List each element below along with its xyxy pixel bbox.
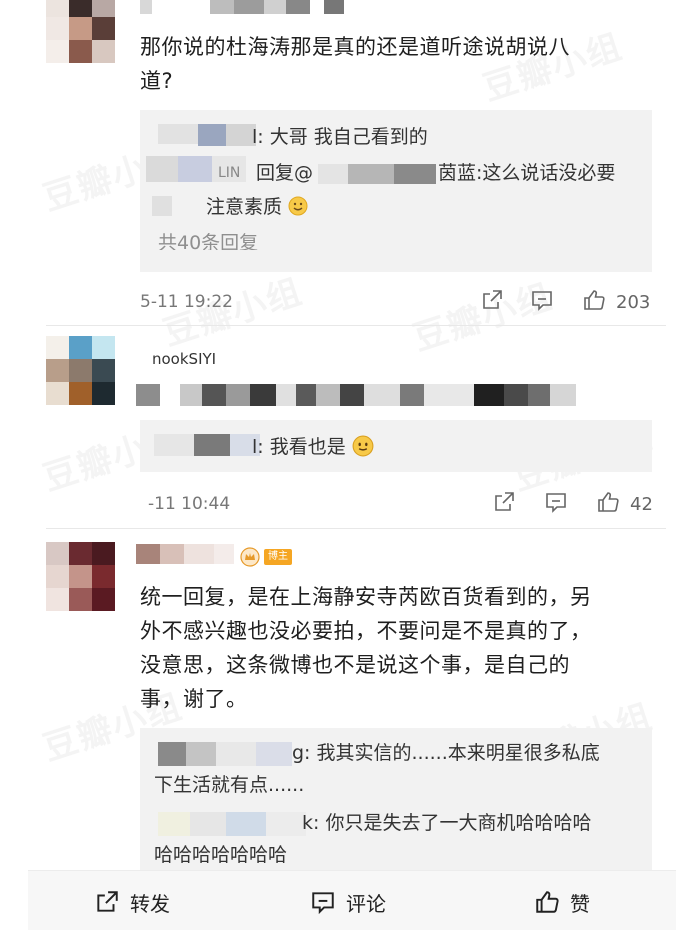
like-button[interactable]: 赞 xyxy=(534,889,590,916)
thumbs-up-icon[interactable] xyxy=(596,490,620,514)
comment-meta: -11 10:44 42 xyxy=(140,490,660,520)
reply-item: l: 大哥 我自己看到的 xyxy=(252,126,428,148)
comment-icon[interactable] xyxy=(544,490,568,514)
username-redacted[interactable] xyxy=(140,0,370,16)
smile-emoji-icon xyxy=(288,196,308,216)
reply-box[interactable]: g: 我其实信的......本来明星很多私底 下生活就有点...... k: 你… xyxy=(140,728,652,870)
smile-emoji-icon xyxy=(352,435,374,457)
share-icon[interactable] xyxy=(492,490,516,514)
username-partial[interactable]: nookSIYI xyxy=(152,348,216,364)
reply-item: k: 你只是失去了一大商机哈哈哈哈 xyxy=(302,812,592,834)
username-redacted[interactable] xyxy=(136,544,246,566)
comment-icon xyxy=(312,892,334,915)
comment-button[interactable]: 评论 xyxy=(310,889,386,916)
redacted xyxy=(140,194,186,218)
reply-item: 注意素质 xyxy=(206,192,308,222)
reply-box[interactable]: l: 我看也是 xyxy=(140,420,652,472)
avatar[interactable] xyxy=(46,336,116,406)
thumbs-up-icon xyxy=(536,891,559,913)
comment-icon[interactable] xyxy=(530,288,554,312)
repost-button[interactable]: 转发 xyxy=(94,889,170,916)
repost-label: 转发 xyxy=(130,891,170,916)
avatar[interactable] xyxy=(46,542,116,612)
share-icon[interactable] xyxy=(480,288,504,312)
like-count: 203 xyxy=(616,292,651,313)
reply-username-redacted xyxy=(158,742,308,768)
timestamp: -11 10:44 xyxy=(148,494,231,514)
reply-item: l: 我看也是 xyxy=(252,432,374,462)
divider xyxy=(46,325,666,326)
crown-icon xyxy=(240,547,260,567)
reply-item: 回复@ xyxy=(256,162,314,184)
bottom-action-bar: 转发 评论 赞 xyxy=(28,870,676,930)
reply-nick: l: xyxy=(252,126,264,148)
comment-text: 那你说的杜海涛那是真的还是道听途说胡说八 道? xyxy=(140,35,570,93)
like-label: 赞 xyxy=(570,891,590,916)
comment-label: 评论 xyxy=(346,891,386,916)
reply-item: 哈哈哈哈哈哈哈 xyxy=(154,844,288,866)
reply-username-redacted xyxy=(154,432,264,458)
comment-text-redacted xyxy=(136,382,576,408)
mention-redacted xyxy=(318,164,448,186)
avatar[interactable] xyxy=(46,0,116,64)
divider xyxy=(46,528,666,529)
more-replies-link[interactable]: 共40条回复 xyxy=(158,228,258,250)
comment-text: 统一回复，是在上海静安寺芮欧百货看到的，另 外不感兴趣也没必要拍，不要问是不是真… xyxy=(140,585,592,711)
reply-username-redacted xyxy=(140,156,260,184)
reply-item: LIN xyxy=(218,165,241,181)
thumbs-up-icon[interactable] xyxy=(582,288,606,312)
like-count: 42 xyxy=(630,494,653,515)
reply-box[interactable]: l: 大哥 我自己看到的 LIN 回复@ 茵蓝:这么说话没必要 注意素质 共40… xyxy=(140,110,652,272)
reply-item: 下生活就有点...... xyxy=(154,774,305,796)
reply-item: 茵蓝:这么说话没必要 xyxy=(438,162,616,184)
comment-meta: 5-11 19:22 203 xyxy=(140,288,660,318)
reply-item: g: 我其实信的......本来明星很多私底 xyxy=(292,742,600,764)
author-badge: 博主 xyxy=(264,549,292,565)
share-icon xyxy=(97,891,118,912)
timestamp: 5-11 19:22 xyxy=(140,292,233,312)
reply-username-redacted xyxy=(158,812,308,838)
